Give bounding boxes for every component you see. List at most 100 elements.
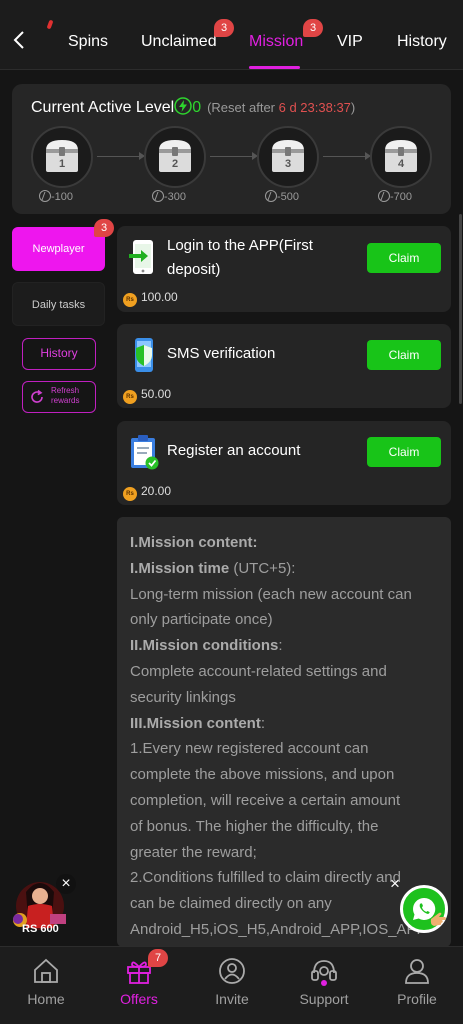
chest-arrow (210, 152, 258, 160)
reset-prefix: (Reset after (207, 100, 279, 115)
chest-cost: -500 (265, 190, 299, 203)
cost-value: -100 (51, 191, 74, 203)
level-title-row: Current Active Level 0 (Reset after 6 d 23… (31, 97, 355, 117)
cost-value: -300 (164, 191, 187, 203)
nav-offers[interactable]: Offers (93, 947, 185, 1024)
rupee-coin-icon: Rs (123, 293, 137, 307)
rules-line: Android_H5,iOS_H5,Android_APP,IOS_APP (130, 920, 427, 938)
chest-number: 1 (58, 158, 66, 170)
rules-line: completion, will receive a certain amoun… (130, 791, 401, 809)
rules-line: Long-term mission (each new account can (130, 585, 412, 603)
profile-icon (405, 959, 429, 984)
top-nav: Spins Unclaimed 3 Mission 3 VIP History (0, 0, 463, 70)
tab-unclaimed[interactable]: Unclaimed (141, 33, 217, 51)
chest-2[interactable]: 2 (144, 126, 206, 188)
shield-phone-icon (135, 338, 153, 372)
rules-line: II.Mission conditions: (130, 633, 450, 659)
refresh-icon (31, 389, 43, 403)
rules-line: Complete account-related settings and (130, 662, 387, 680)
rules-line: of bonus. The higher the difficulty, the (130, 817, 379, 835)
nav-home[interactable]: Home (0, 947, 92, 1024)
chevron-left-icon[interactable] (10, 28, 28, 52)
mission-title: SMS verification (167, 345, 276, 362)
energy-coin-icon (152, 190, 164, 202)
treasure-chest-icon (159, 140, 191, 172)
reward-amount: 20.00 (141, 484, 172, 498)
cost-value: -700 (390, 191, 413, 203)
claim-button[interactable]: Claim (367, 340, 441, 370)
rules-heading: I.Mission content: (130, 534, 258, 551)
nav-profile[interactable]: Profile (371, 947, 463, 1024)
energy-coin-icon (39, 190, 51, 202)
tab-vip[interactable]: VIP (337, 33, 363, 51)
treasure-chest-icon (272, 140, 304, 172)
tab-mission[interactable]: Mission (249, 33, 303, 51)
reset-time: 6 d 23:38:37 (278, 100, 351, 115)
phone-login-icon (129, 240, 153, 274)
chest-4[interactable]: 4 (370, 126, 432, 188)
mission-reward: Rs 100.00 (123, 290, 178, 307)
rules-text: (UTC+5) (229, 559, 292, 577)
nav-invite[interactable]: Invite (186, 947, 278, 1024)
tab-history[interactable]: History (397, 33, 447, 51)
history-button[interactable]: History (22, 338, 96, 370)
chest-1[interactable]: 1 (31, 126, 93, 188)
clipboard-check-icon (131, 435, 159, 470)
chest-cost: -100 (39, 190, 73, 203)
nav-label: Home (27, 991, 65, 1007)
red-marker (46, 19, 54, 30)
rules-line: complete the above missions, and upon (130, 766, 395, 784)
rules-line: III.Mission content: (130, 711, 450, 737)
rules-line: I.Mission time (UTC+5): (130, 556, 450, 582)
mission-title: Login to the APP(First deposit) (167, 234, 313, 282)
chest-3[interactable]: 3 (257, 126, 319, 188)
tab-spins[interactable]: Spins (68, 33, 108, 51)
offers-badge: 7 (148, 949, 168, 967)
chest-number: 4 (397, 158, 405, 170)
scrollbar[interactable] (459, 214, 462, 404)
rules-subheading: III.Mission content (130, 714, 261, 732)
mission-reward: Rs 20.00 (123, 484, 171, 501)
chest-arrow (323, 152, 371, 160)
mission-card: Login to the APP(First deposit) Claim Rs 1… (117, 226, 451, 312)
active-tab-indicator (249, 66, 300, 69)
reset-timer: (Reset after 6 d 23:38:37) (207, 100, 355, 115)
rules-subheading: I.Mission time (130, 559, 230, 577)
chest-cost: -700 (378, 190, 412, 203)
mission-card: SMS verification Claim Rs 50.00 (117, 324, 451, 408)
treasure-chest-icon (385, 140, 417, 172)
reset-suffix: ) (350, 100, 356, 115)
claim-button[interactable]: Claim (367, 437, 441, 467)
rules-line: security linkings (130, 688, 236, 706)
sidebar-item-daily-tasks[interactable]: Daily tasks (12, 282, 105, 326)
rupee-coin-icon: Rs (123, 390, 137, 404)
nav-label: Support (299, 991, 349, 1007)
mission-title-line1: Login to the APP(First (167, 237, 313, 254)
energy-coin-icon (378, 190, 390, 202)
home-icon (34, 958, 58, 983)
mission-title-line2: deposit) (167, 261, 221, 278)
chest-arrow (97, 152, 145, 160)
mission-badge: 3 (303, 19, 323, 37)
promo-close-button[interactable]: × (56, 874, 76, 894)
level-value: 0 (192, 99, 202, 116)
refresh-line1: Refresh (51, 386, 80, 395)
claim-button[interactable]: Claim (367, 243, 441, 273)
whatsapp-close-button[interactable]: × (385, 874, 405, 894)
sidebar-item-newplayer[interactable]: Newplayer (12, 227, 105, 271)
rules-subheading: II.Mission conditions (130, 637, 279, 655)
newplayer-badge: 3 (94, 219, 114, 237)
bolt-icon (174, 97, 192, 115)
refresh-line2: rewards (51, 396, 80, 405)
active-level-card: Current Active Level 0 (Reset after 6 d 23… (12, 84, 451, 214)
mission-card: Register an account Claim Rs 20.00 (117, 421, 451, 505)
support-notification-dot (321, 980, 327, 986)
nav-label: Profile (397, 991, 437, 1007)
bottom-nav: Home Offers 7 Invite Support Profile (0, 946, 463, 1024)
nav-label: Invite (215, 991, 249, 1007)
unclaimed-badge: 3 (214, 19, 234, 37)
refresh-rewards-button[interactable]: Refresh rewards (22, 381, 96, 413)
rules-text: : (278, 637, 283, 655)
chest-cost: -300 (152, 190, 186, 203)
level-title: Current Active Level (31, 99, 175, 116)
